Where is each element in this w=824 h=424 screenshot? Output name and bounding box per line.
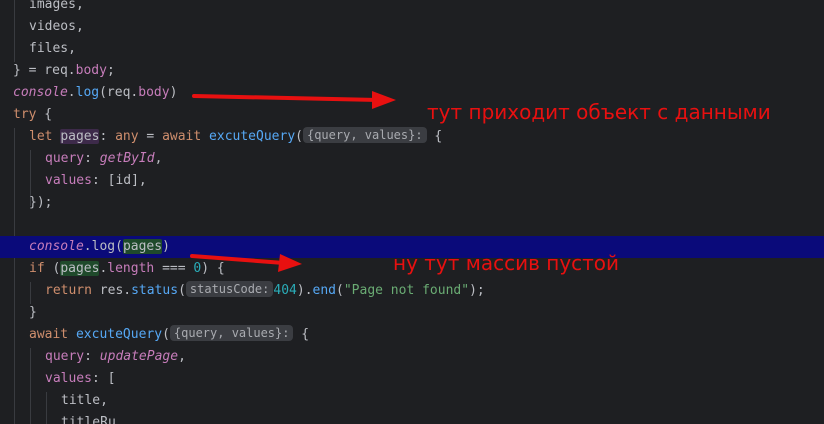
- code-line[interactable]: } = req.body;: [0, 60, 824, 82]
- code-line[interactable]: title,: [0, 390, 824, 412]
- code-editor[interactable]: images, videos, files, } = req.body; con…: [0, 0, 824, 424]
- code-line[interactable]: return res.status(statusCode: 404).end("P…: [0, 280, 824, 302]
- code-text: console.log(req.body): [13, 85, 178, 100]
- code-text: }: [29, 305, 37, 320]
- code-line[interactable]: query: getById,: [0, 148, 824, 170]
- annotation-text-1: тут приходит объект с данными: [427, 100, 771, 124]
- code-line[interactable]: images,: [0, 0, 824, 16]
- code-line[interactable]: });: [0, 192, 824, 214]
- code-line[interactable]: }: [0, 302, 824, 324]
- code-text: } = req.body;: [13, 63, 115, 78]
- variable-highlight: pages: [60, 261, 100, 276]
- code-text: query: getById,: [45, 151, 163, 166]
- code-text: values: [: [45, 371, 116, 386]
- code-line[interactable]: values: [id],: [0, 170, 824, 192]
- annotation-text-2: ну тут массив пустой: [393, 251, 620, 275]
- code-text: try {: [13, 107, 53, 122]
- code-text: console.log(pages): [29, 239, 170, 254]
- code-line[interactable]: query: updatePage,: [0, 346, 824, 368]
- code-text: if (pages.length === 0) {: [29, 261, 225, 276]
- code-line[interactable]: let pages: any = await excuteQuery({quer…: [0, 126, 824, 148]
- code-text: titleRu,: [61, 415, 124, 424]
- code-line[interactable]: values: [: [0, 368, 824, 390]
- code-text: let pages: any = await excuteQuery({quer…: [29, 127, 443, 144]
- parameter-hint: {query, values}:: [302, 127, 427, 143]
- code-text: videos,: [29, 19, 84, 34]
- parameter-hint: {query, values}:: [169, 325, 294, 341]
- code-text: });: [29, 195, 53, 210]
- code-text: files,: [29, 41, 76, 56]
- variable-highlight: pages: [60, 129, 100, 144]
- code-text: query: updatePage,: [45, 349, 186, 364]
- code-text: await excuteQuery({query, values}: {: [29, 325, 310, 342]
- parameter-hint: statusCode:: [185, 281, 274, 297]
- code-text: title,: [61, 393, 108, 408]
- code-line[interactable]: videos,: [0, 16, 824, 38]
- code-line[interactable]: files,: [0, 38, 824, 60]
- variable-highlight: pages: [122, 239, 163, 254]
- code-line[interactable]: await excuteQuery({query, values}: {: [0, 324, 824, 346]
- code-line[interactable]: [0, 214, 824, 236]
- code-text: return res.status(statusCode: 404).end("P…: [45, 281, 485, 298]
- code-text: values: [id],: [45, 173, 147, 188]
- code-line[interactable]: titleRu,: [0, 412, 824, 424]
- code-text: images,: [29, 0, 84, 12]
